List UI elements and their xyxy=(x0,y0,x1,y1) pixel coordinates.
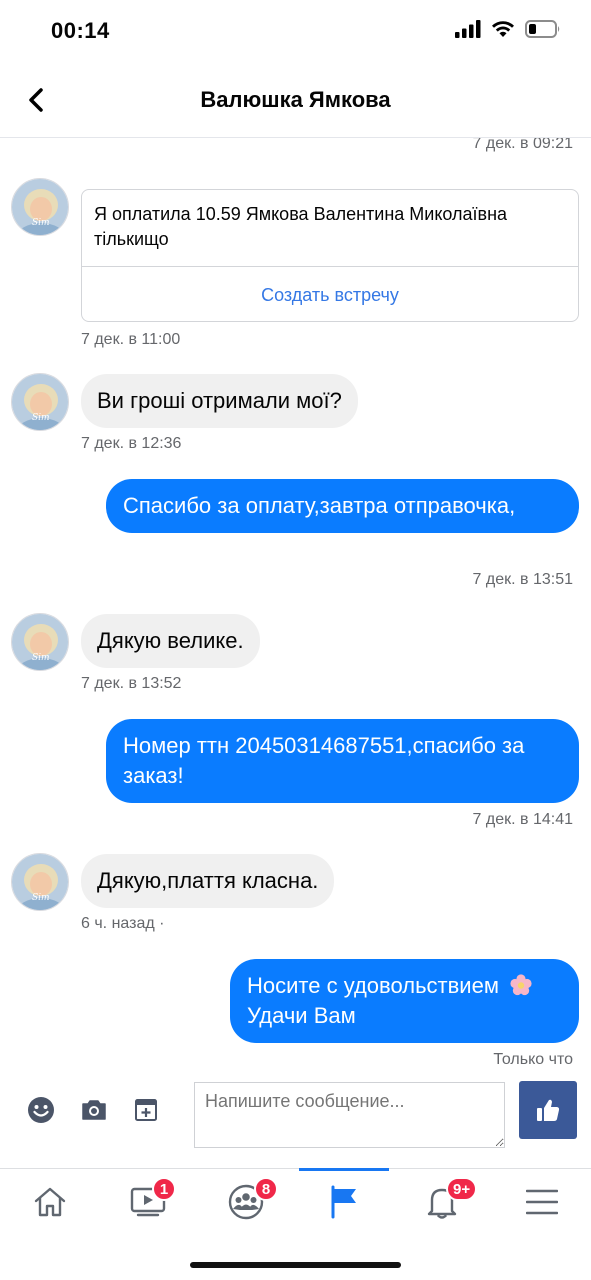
message-line: Носите с удовольствием xyxy=(247,971,562,1001)
contact-avatar[interactable]: Sim xyxy=(11,613,69,671)
menu-icon xyxy=(526,1189,558,1215)
avatar-photo: Sim xyxy=(12,374,68,430)
timestamp: 7 дек. в 09:21 xyxy=(472,138,573,152)
svg-text:Sim: Sim xyxy=(32,218,50,228)
contact-avatar[interactable]: Sim xyxy=(11,178,69,236)
timestamp: 7 дек. в 12:36 xyxy=(81,435,182,452)
timestamp: 7 дек. в 11:00 xyxy=(81,331,181,348)
contact-avatar[interactable]: Sim xyxy=(11,373,69,431)
tab-groups[interactable]: 8 xyxy=(206,1169,286,1235)
timestamp: Только что xyxy=(493,1051,573,1068)
flower-emoji-icon xyxy=(510,974,532,996)
incoming-message[interactable]: Дякую,плаття класна. xyxy=(81,854,335,908)
smiley-icon xyxy=(28,1097,54,1123)
timestamp: 6 ч. назад · xyxy=(81,915,165,932)
avatar-photo: Sim xyxy=(12,614,68,670)
sticker-icon xyxy=(135,1099,157,1121)
outgoing-message[interactable]: Спасибо за оплату,завтра отправочка, xyxy=(106,479,579,533)
message-text: Носите с удовольствием xyxy=(247,973,499,998)
tab-notifications[interactable]: 9+ xyxy=(402,1169,482,1235)
home-indicator xyxy=(190,1262,401,1268)
avatar-photo: Sim xyxy=(12,854,68,910)
tab-video[interactable]: 1 xyxy=(108,1169,188,1235)
contact-name[interactable]: Валюшка Ямкова xyxy=(0,87,591,113)
message-input[interactable] xyxy=(194,1082,505,1148)
outgoing-message[interactable]: Носите с удовольствием Удачи Вам xyxy=(230,959,579,1043)
status-bar: 00:14 xyxy=(0,0,591,64)
timestamp: 7 дек. в 14:41 xyxy=(472,811,573,828)
message-text: Удачи Вам xyxy=(247,1003,356,1028)
status-time: 00:14 xyxy=(51,18,110,43)
timestamp: 7 дек. в 13:51 xyxy=(472,571,573,588)
incoming-message[interactable]: Дякую велике. xyxy=(81,614,260,668)
signal-icon xyxy=(455,20,481,38)
flag-icon xyxy=(331,1185,356,1219)
wifi-icon xyxy=(492,21,514,37)
status-icons xyxy=(455,20,561,38)
avatar-photo: Sim xyxy=(12,179,68,235)
tab-home[interactable] xyxy=(10,1169,90,1235)
svg-text:Sim: Sim xyxy=(32,893,50,903)
card-text: Я оплатила 10.59 Ямкова Валентина Микола… xyxy=(94,204,508,249)
svg-text:Sim: Sim xyxy=(32,413,50,423)
thumbs-up-icon xyxy=(537,1099,560,1121)
message-thread[interactable]: 7 дек. в 09:21 Sim Я оплатила 10.59 Ямко… xyxy=(0,138,591,1072)
like-send-button[interactable] xyxy=(519,1081,577,1139)
message-card[interactable]: Я оплатила 10.59 Ямкова Валентина Микола… xyxy=(81,189,579,322)
tab-pages[interactable] xyxy=(299,1168,389,1235)
outgoing-message[interactable]: Номер ттн 20450314687551,спасибо за зака… xyxy=(106,719,579,803)
contact-avatar[interactable]: Sim xyxy=(11,853,69,911)
tab-menu[interactable] xyxy=(502,1169,582,1235)
battery-icon xyxy=(525,20,560,38)
groups-badge: 8 xyxy=(254,1177,278,1201)
video-badge: 1 xyxy=(152,1177,176,1201)
svg-text:Sim: Sim xyxy=(32,653,50,663)
create-meeting-button[interactable]: Создать встречу xyxy=(82,266,578,321)
conversation-header: Валюшка Ямкова xyxy=(0,64,591,138)
camera-button[interactable] xyxy=(80,1096,108,1124)
home-icon xyxy=(34,1187,66,1217)
emoji-button[interactable] xyxy=(27,1096,55,1124)
notifications-badge: 9+ xyxy=(446,1177,478,1201)
camera-icon xyxy=(82,1100,106,1120)
message-composer xyxy=(0,1072,591,1168)
sticker-button[interactable] xyxy=(132,1096,160,1124)
incoming-message[interactable]: Ви гроші отримали мої? xyxy=(81,374,358,428)
timestamp: 7 дек. в 13:52 xyxy=(81,675,182,692)
